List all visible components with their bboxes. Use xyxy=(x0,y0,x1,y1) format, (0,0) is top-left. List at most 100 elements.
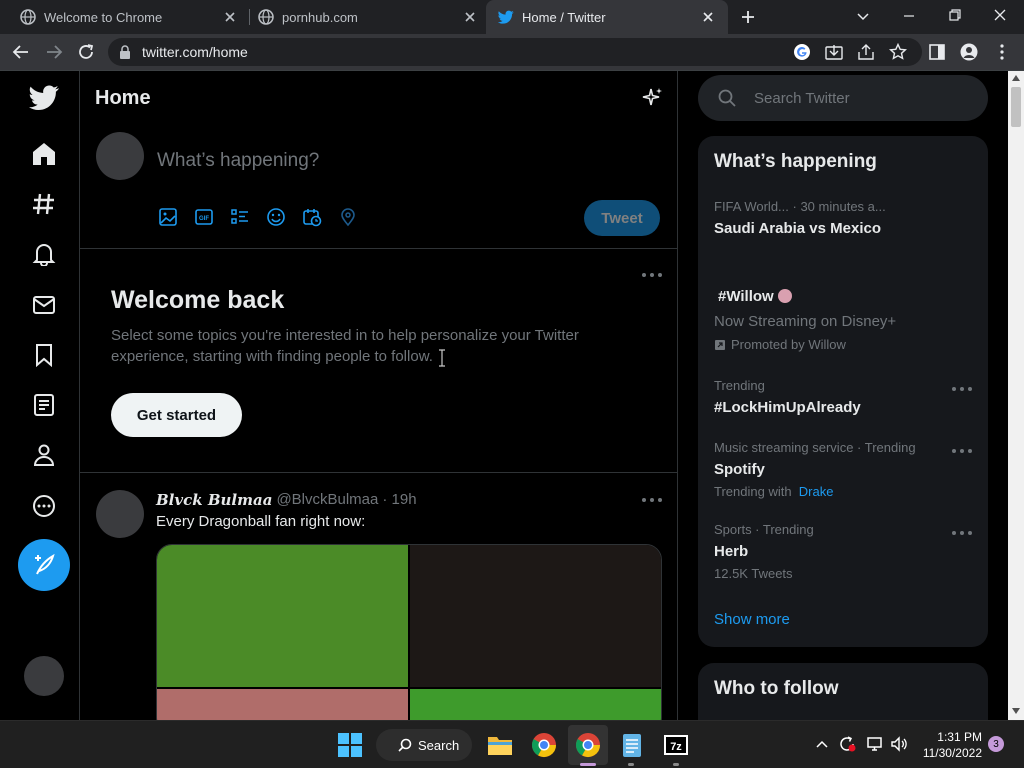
more-icon[interactable] xyxy=(642,272,662,278)
feather-plus-icon xyxy=(35,553,55,575)
chrome-icon[interactable] xyxy=(574,731,602,759)
trend-item[interactable]: Sports · Trending Herb 12.5K Tweets xyxy=(698,520,988,590)
share-icon[interactable] xyxy=(857,44,875,60)
tweet-time[interactable]: · 19h xyxy=(382,491,416,509)
scroll-down-icon[interactable] xyxy=(1012,708,1020,714)
page-scrollbar[interactable] xyxy=(1008,71,1024,720)
nav-home[interactable] xyxy=(28,138,60,170)
taskbar-search[interactable]: Search xyxy=(376,729,472,761)
7zip-icon[interactable]: 7z xyxy=(662,731,690,759)
tab-home-twitter[interactable]: Home / Twitter xyxy=(486,0,728,34)
forward-arrow-icon[interactable] xyxy=(45,43,63,61)
tweet-button[interactable]: Tweet xyxy=(584,200,660,236)
more-icon[interactable] xyxy=(952,386,972,392)
profile-icon[interactable] xyxy=(960,43,978,61)
nav-twitter-logo[interactable] xyxy=(28,82,60,114)
sparkle-icon[interactable] xyxy=(642,87,664,109)
tab-strip: Welcome to Chrome pornhub.com Home / Twi… xyxy=(0,0,1024,34)
tweet-display-name[interactable]: 𝑩𝒍𝒗𝒄𝒌 𝑩𝒖𝒍𝒎𝒂𝒂 xyxy=(156,491,272,509)
chevron-down-icon[interactable] xyxy=(856,9,870,23)
promoted-title: #Willow xyxy=(718,288,792,305)
tweet-avatar[interactable] xyxy=(96,490,144,538)
chrome-icon[interactable] xyxy=(530,731,558,759)
whats-happening-panel: What’s happening FIFA World... · 30 minu… xyxy=(698,136,988,647)
window-close-icon[interactable] xyxy=(993,8,1007,22)
volume-icon[interactable] xyxy=(890,735,908,753)
nav-profile[interactable] xyxy=(28,439,60,471)
search-input[interactable]: Search Twitter xyxy=(754,90,850,107)
side-panel-icon[interactable] xyxy=(929,44,945,60)
list-icon xyxy=(34,394,54,416)
avatar[interactable] xyxy=(96,132,144,180)
network-icon[interactable] xyxy=(866,735,884,753)
divider xyxy=(80,248,677,249)
google-icon[interactable] xyxy=(793,43,811,61)
back-arrow-icon[interactable] xyxy=(12,43,30,61)
tab-welcome-to-chrome[interactable]: Welcome to Chrome xyxy=(0,0,248,34)
trend-item[interactable]: FIFA World... · 30 minutes a... Saudi Ar… xyxy=(698,191,988,281)
minimize-icon[interactable] xyxy=(902,9,916,23)
tab-title: Home / Twitter xyxy=(522,9,606,25)
compose-input[interactable]: What’s happening? xyxy=(157,150,319,172)
notification-badge[interactable]: 3 xyxy=(988,736,1004,752)
clock-date: 11/30/2022 xyxy=(922,746,982,760)
kebab-menu-icon[interactable] xyxy=(999,43,1005,61)
more-icon[interactable] xyxy=(952,448,972,454)
nav-lists[interactable] xyxy=(28,389,60,421)
nav-more[interactable] xyxy=(28,490,60,522)
tweet-media[interactable] xyxy=(156,544,662,720)
welcome-body: Select some topics you're interested in … xyxy=(111,327,579,365)
new-tab-icon[interactable] xyxy=(740,9,756,25)
more-icon[interactable] xyxy=(642,497,662,503)
image-icon[interactable] xyxy=(158,207,178,227)
account-avatar[interactable] xyxy=(24,656,64,696)
tab-pornhub[interactable]: pornhub.com xyxy=(238,0,488,34)
search-box[interactable]: Search Twitter xyxy=(698,75,988,121)
who-to-follow-panel: Who to follow xyxy=(698,663,988,720)
twitter-bird-icon xyxy=(29,85,59,110)
install-app-icon[interactable] xyxy=(825,44,843,60)
search-icon xyxy=(718,89,736,107)
close-icon[interactable] xyxy=(462,9,478,25)
promoted-item[interactable]: #Willow Now Streaming on Disney+ Promote… xyxy=(698,281,988,359)
file-explorer-icon[interactable] xyxy=(486,731,514,759)
notepad-icon[interactable] xyxy=(618,731,646,759)
get-started-button[interactable]: Get started xyxy=(111,393,242,437)
trend-meta: Trending xyxy=(714,378,765,393)
restore-icon[interactable] xyxy=(948,8,962,22)
scrollbar-thumb[interactable] xyxy=(1011,87,1021,127)
taskbar-clock[interactable]: 1:31 PM 11/30/2022 xyxy=(916,729,982,761)
compose-tweet-button[interactable] xyxy=(18,539,70,591)
close-icon[interactable] xyxy=(700,9,716,25)
schedule-icon[interactable] xyxy=(302,207,322,227)
trend-link[interactable]: Drake xyxy=(799,484,834,499)
tab-title: Welcome to Chrome xyxy=(44,9,163,25)
poll-icon[interactable] xyxy=(230,207,250,227)
nav-messages[interactable] xyxy=(28,289,60,321)
trend-item[interactable]: Trending #LockHimUpAlready xyxy=(698,376,988,436)
nav-notifications[interactable] xyxy=(28,238,60,270)
chevron-up-icon[interactable] xyxy=(815,738,829,752)
media-panel xyxy=(157,689,408,720)
trend-item[interactable]: Music streaming service · Trending Spoti… xyxy=(698,438,988,508)
scroll-up-icon[interactable] xyxy=(1012,75,1020,81)
location-icon[interactable] xyxy=(338,207,358,227)
url-text[interactable]: twitter.com/home xyxy=(142,44,248,60)
panel-title: What’s happening xyxy=(714,151,877,172)
windows-start-icon[interactable] xyxy=(336,731,364,759)
reload-icon[interactable] xyxy=(77,43,95,61)
close-icon[interactable] xyxy=(222,9,238,25)
tweet-handle[interactable]: @BlvckBulmaa xyxy=(276,491,378,509)
nav-explore[interactable] xyxy=(28,188,60,220)
gif-icon[interactable]: GIF xyxy=(194,207,214,227)
tweet-header: 𝑩𝒍𝒗𝒄𝒌 𝑩𝒖𝒍𝒎𝒂𝒂 @BlvckBulmaa · 19h xyxy=(156,491,417,509)
emoji-icon[interactable] xyxy=(266,207,286,227)
globe-icon xyxy=(258,9,274,25)
bookmark-star-icon[interactable] xyxy=(889,43,907,61)
sync-icon[interactable] xyxy=(838,735,856,753)
nav-bookmarks[interactable] xyxy=(28,339,60,371)
show-more-link[interactable]: Show more xyxy=(714,611,790,628)
lock-icon[interactable] xyxy=(119,45,131,59)
more-icon[interactable] xyxy=(952,530,972,536)
taskbar-search-label: Search xyxy=(418,737,460,753)
